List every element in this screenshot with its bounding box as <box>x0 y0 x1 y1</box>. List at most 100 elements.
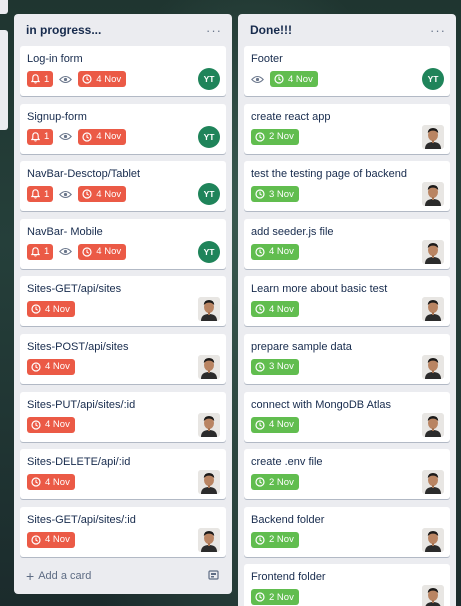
card-title: Sites-GET/api/sites/:id <box>27 513 136 526</box>
eye-icon <box>59 132 73 141</box>
notification-count: 1 <box>44 73 50 85</box>
card[interactable]: Sites-PUT/api/sites/:id 4 Nov <box>20 391 226 442</box>
card[interactable]: Sites-GET/api/sites 4 Nov <box>20 276 226 327</box>
avatar[interactable] <box>422 470 444 495</box>
card[interactable]: Sites-GET/api/sites/:id 4 Nov <box>20 506 226 557</box>
card[interactable]: create .env file 2 Nov <box>244 449 450 500</box>
card-template-icon[interactable] <box>208 569 220 584</box>
avatar[interactable]: YT <box>198 68 220 90</box>
card[interactable]: prepare sample data 3 Nov <box>244 333 450 384</box>
bell-icon <box>31 74 40 84</box>
due-date-badge[interactable]: 2 Nov <box>251 531 299 548</box>
due-date-badge[interactable]: 4 Nov <box>270 71 318 87</box>
avatar[interactable] <box>422 182 444 207</box>
clock-icon <box>31 419 41 430</box>
avatar[interactable] <box>422 412 444 437</box>
card[interactable]: NavBar-Desctop/Tablet 1 4 Nov YT <box>20 161 226 212</box>
card[interactable]: Backend folder 2 Nov <box>244 506 450 557</box>
due-date-badge[interactable]: 4 Nov <box>27 531 75 548</box>
due-date-badge[interactable]: 4 Nov <box>27 301 75 318</box>
card-title: Learn more about basic test <box>251 283 388 296</box>
add-card-button[interactable]: + Add a card <box>20 562 226 590</box>
due-date-badge[interactable]: 4 Nov <box>251 243 299 260</box>
card-badges: 3 Nov <box>251 358 443 375</box>
due-date-badge[interactable]: 3 Nov <box>251 358 299 375</box>
avatar[interactable]: YT <box>198 125 220 148</box>
card[interactable]: Sites-DELETE/api/:id 4 Nov <box>20 449 226 500</box>
avatar[interactable] <box>422 527 444 552</box>
due-date-text: 4 Nov <box>96 246 122 258</box>
due-date-badge[interactable]: 2 Nov <box>251 589 299 606</box>
due-date-badge[interactable]: 4 Nov <box>251 416 299 433</box>
notification-badge[interactable]: 1 <box>27 128 54 145</box>
due-date-badge[interactable]: 4 Nov <box>251 301 299 318</box>
avatar[interactable] <box>422 585 444 606</box>
due-date-badge[interactable]: 4 Nov <box>27 358 75 375</box>
card[interactable]: Log-in form 1 4 Nov YT <box>20 46 226 96</box>
clock-icon <box>82 189 92 199</box>
list-done: Done!!! ··· Footer 4 Nov YT create react ap… <box>238 14 456 606</box>
list-title[interactable]: Done!!! <box>250 23 292 37</box>
list-header[interactable]: in progress... ··· <box>20 14 226 46</box>
avatar[interactable] <box>198 527 220 552</box>
clock-icon <box>255 131 265 142</box>
due-date-text: 4 Nov <box>269 246 294 258</box>
card-title: add seeder.js file <box>251 225 334 238</box>
card-container: Log-in form 1 4 Nov YT Signup-form 1 4 Nov YT Na… <box>20 46 226 557</box>
ellipsis-icon[interactable]: ··· <box>206 23 222 38</box>
avatar[interactable] <box>422 297 444 322</box>
due-date-text: 2 Nov <box>269 534 294 546</box>
clock-icon <box>255 419 265 430</box>
list-header[interactable]: Done!!! ··· <box>244 14 450 46</box>
avatar[interactable] <box>198 354 220 379</box>
avatar[interactable] <box>422 124 444 149</box>
card[interactable]: Signup-form 1 4 Nov YT <box>20 103 226 154</box>
due-date-badge[interactable]: 4 Nov <box>78 71 127 87</box>
card-container: Footer 4 Nov YT create react app 2 Nov test t… <box>244 46 450 606</box>
card[interactable]: Footer 4 Nov YT <box>244 46 450 96</box>
card[interactable]: Learn more about basic test 4 Nov <box>244 276 450 327</box>
list-title[interactable]: in progress... <box>26 23 101 37</box>
ellipsis-icon[interactable]: ··· <box>430 23 446 38</box>
due-date-badge[interactable]: 2 Nov <box>251 474 299 491</box>
avatar[interactable] <box>422 354 444 379</box>
avatar[interactable]: YT <box>422 68 444 90</box>
bell-icon <box>31 189 40 199</box>
card[interactable]: add seeder.js file 4 Nov <box>244 218 450 269</box>
notification-badge[interactable]: 1 <box>27 186 54 203</box>
card-badges: 1 4 Nov <box>27 186 219 203</box>
notification-badge[interactable]: 1 <box>27 71 54 87</box>
card-title: prepare sample data <box>251 340 352 353</box>
due-date-badge[interactable]: 4 Nov <box>78 243 127 260</box>
card[interactable]: create react app 2 Nov <box>244 103 450 154</box>
due-date-badge[interactable]: 4 Nov <box>78 128 127 145</box>
card-badges: 2 Nov <box>251 128 443 145</box>
avatar[interactable]: YT <box>198 240 220 263</box>
card-title: Sites-POST/api/sites <box>27 340 129 353</box>
due-date-text: 4 Nov <box>96 73 122 85</box>
card[interactable]: Sites-POST/api/sites 4 Nov <box>20 333 226 384</box>
card-title: connect with MongoDB Atlas <box>251 398 392 411</box>
card[interactable]: test the testing page of backend 3 Nov <box>244 161 450 212</box>
avatar[interactable] <box>198 297 220 322</box>
due-date-badge[interactable]: 3 Nov <box>251 186 299 203</box>
due-date-badge[interactable]: 2 Nov <box>251 128 299 145</box>
due-date-badge[interactable]: 4 Nov <box>27 416 75 433</box>
clock-icon <box>31 304 41 314</box>
card[interactable]: NavBar- Mobile 1 4 Nov YT <box>20 218 226 269</box>
due-date-text: 4 Nov <box>96 188 122 200</box>
card-badges: 4 Nov <box>27 416 219 433</box>
card-title: Sites-DELETE/api/:id <box>27 456 131 469</box>
due-date-badge[interactable]: 4 Nov <box>78 186 127 203</box>
card[interactable]: connect with MongoDB Atlas 4 Nov <box>244 391 450 442</box>
avatar[interactable] <box>422 239 444 264</box>
card-badges: 2 Nov <box>251 589 443 606</box>
avatar[interactable] <box>198 470 220 495</box>
due-date-text: 4 Nov <box>45 361 70 373</box>
card-title: Sites-GET/api/sites <box>27 283 122 296</box>
card-title: NavBar-Desctop/Tablet <box>27 168 141 181</box>
due-date-badge[interactable]: 4 Nov <box>27 474 75 491</box>
card[interactable]: Frontend folder 2 Nov <box>244 564 450 606</box>
notification-badge[interactable]: 1 <box>27 243 54 260</box>
avatar[interactable] <box>198 412 220 437</box>
